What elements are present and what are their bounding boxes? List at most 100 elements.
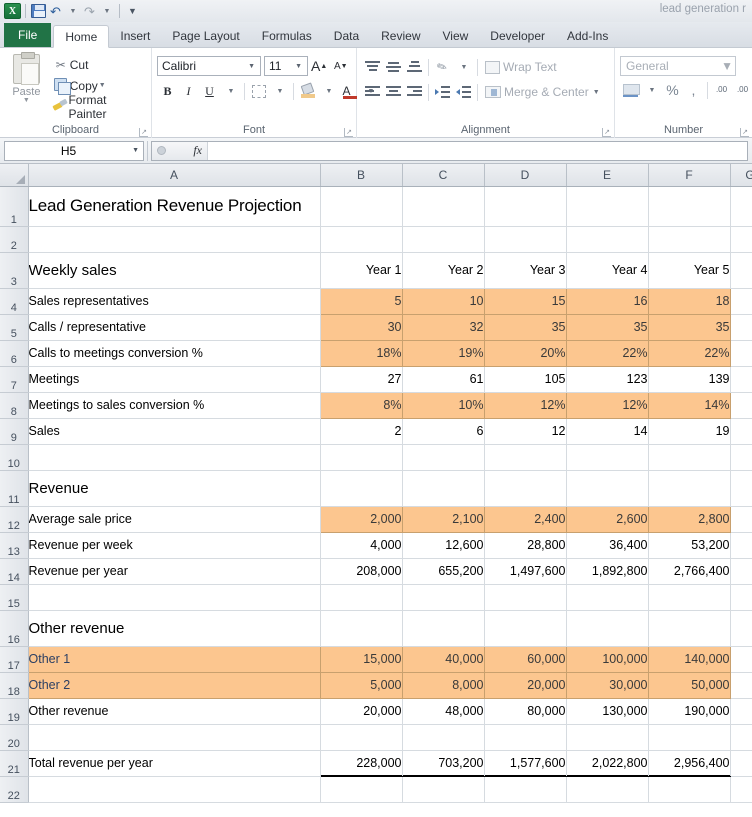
number-format-select[interactable]: General ▼: [620, 56, 736, 76]
cell-E15[interactable]: [566, 584, 649, 611]
cell-E8[interactable]: 12%: [565, 391, 649, 419]
cell-G2[interactable]: [730, 226, 752, 253]
cell-C9[interactable]: 6: [402, 418, 485, 445]
tab-data[interactable]: Data: [323, 25, 370, 47]
expand-formula-bar-icon[interactable]: [157, 146, 166, 155]
cell-D21[interactable]: 1,577,600: [484, 749, 567, 777]
underline-dropdown-button[interactable]: ▼: [220, 81, 241, 102]
cell-F6[interactable]: 22%: [647, 339, 731, 367]
cell-G8[interactable]: [730, 392, 752, 419]
cell-F2[interactable]: [648, 226, 731, 253]
row-header-20[interactable]: 20: [0, 724, 29, 751]
cell-C19[interactable]: 48,000: [402, 698, 485, 725]
cell-B1[interactable]: [320, 186, 403, 227]
tab-add-ins[interactable]: Add-Ins: [556, 25, 619, 47]
increase-decimal-button[interactable]: .00: [711, 80, 732, 101]
cell-G1[interactable]: [730, 186, 752, 227]
cell-A19[interactable]: Other revenue: [28, 698, 321, 725]
cell-A9[interactable]: Sales: [28, 418, 321, 445]
row-header-15[interactable]: 15: [0, 584, 29, 611]
cell-C4[interactable]: 10: [401, 287, 485, 315]
cell-F14[interactable]: 2,766,400: [648, 558, 731, 585]
cell-F15[interactable]: [648, 584, 731, 611]
tab-review[interactable]: Review: [370, 25, 431, 47]
cell-G15[interactable]: [730, 584, 752, 611]
cell-A2[interactable]: [28, 226, 321, 253]
cell-C2[interactable]: [402, 226, 485, 253]
cell-F17[interactable]: 140,000: [647, 645, 731, 673]
cell-B9[interactable]: 2: [320, 418, 403, 445]
cell-E11[interactable]: [566, 470, 649, 507]
cell-D6[interactable]: 20%: [483, 339, 567, 367]
insert-function-icon[interactable]: fx: [193, 143, 202, 158]
cell-G4[interactable]: [730, 288, 752, 315]
column-header-B[interactable]: B: [320, 164, 403, 187]
borders-button[interactable]: [248, 81, 269, 102]
cell-F10[interactable]: [648, 444, 731, 471]
italic-button[interactable]: I: [178, 81, 199, 102]
bottom-align-button[interactable]: [404, 57, 425, 78]
cell-G16[interactable]: [730, 610, 752, 647]
cell-D5[interactable]: 35: [483, 313, 567, 341]
cell-A22[interactable]: [28, 776, 321, 803]
cell-D10[interactable]: [484, 444, 567, 471]
cell-A20[interactable]: [28, 724, 321, 751]
row-header-10[interactable]: 10: [0, 444, 29, 471]
column-header-A[interactable]: A: [28, 164, 321, 187]
cell-A14[interactable]: Revenue per year: [28, 558, 321, 585]
cell-E16[interactable]: [566, 610, 649, 647]
increase-indent-button[interactable]: [453, 82, 474, 103]
column-header-G[interactable]: G: [730, 164, 752, 187]
row-header-14[interactable]: 14: [0, 558, 29, 585]
row-header-12[interactable]: 12: [0, 506, 29, 533]
cell-D16[interactable]: [484, 610, 567, 647]
cell-G18[interactable]: [730, 672, 752, 699]
cell-E17[interactable]: 100,000: [565, 645, 649, 673]
cell-B15[interactable]: [320, 584, 403, 611]
underline-button[interactable]: U: [199, 81, 220, 102]
tab-file[interactable]: File: [4, 23, 52, 47]
cell-A12[interactable]: Average sale price: [28, 506, 321, 533]
cell-B14[interactable]: 208,000: [320, 558, 403, 585]
tab-page-layout[interactable]: Page Layout: [161, 25, 250, 47]
cell-A5[interactable]: Calls / representative: [28, 314, 321, 341]
cell-E12[interactable]: 2,600: [565, 505, 649, 533]
cell-C1[interactable]: [402, 186, 485, 227]
cell-E22[interactable]: [566, 776, 649, 803]
row-header-8[interactable]: 8: [0, 392, 29, 419]
column-header-D[interactable]: D: [484, 164, 567, 187]
column-header-C[interactable]: C: [402, 164, 485, 187]
customize-qat-button[interactable]: ▼: [124, 3, 141, 20]
cell-A4[interactable]: Sales representatives: [28, 288, 321, 315]
cell-B2[interactable]: [320, 226, 403, 253]
cell-E19[interactable]: 130,000: [566, 698, 649, 725]
cell-D12[interactable]: 2,400: [483, 505, 567, 533]
cell-B8[interactable]: 8%: [319, 391, 403, 419]
orientation-dropdown-button[interactable]: ▼: [453, 57, 474, 78]
cell-B21[interactable]: 228,000: [320, 749, 403, 777]
cell-F3[interactable]: Year 5: [648, 252, 731, 289]
cell-F13[interactable]: 53,200: [648, 532, 731, 559]
undo-dropdown-button[interactable]: ▼: [64, 3, 81, 20]
cell-F9[interactable]: 19: [648, 418, 731, 445]
tab-formulas[interactable]: Formulas: [251, 25, 323, 47]
redo-dropdown-button[interactable]: ▼: [98, 3, 115, 20]
increase-font-size-button[interactable]: A ▲: [308, 56, 330, 77]
comma-format-button[interactable]: ,: [683, 80, 704, 101]
accounting-format-button[interactable]: [620, 80, 641, 101]
merge-center-button[interactable]: Merge & Center ▼: [481, 82, 604, 103]
row-header-17[interactable]: 17: [0, 646, 29, 673]
font-dialog-launcher[interactable]: ↗: [344, 128, 353, 137]
cell-B12[interactable]: 2,000: [319, 505, 403, 533]
bold-button[interactable]: B: [157, 81, 178, 102]
cell-C16[interactable]: [402, 610, 485, 647]
top-align-button[interactable]: [362, 57, 383, 78]
cell-F22[interactable]: [648, 776, 731, 803]
cell-F18[interactable]: 50,000: [647, 671, 731, 699]
row-header-13[interactable]: 13: [0, 532, 29, 559]
cell-A3[interactable]: Weekly sales: [28, 252, 321, 289]
cell-G12[interactable]: [730, 506, 752, 533]
cell-G3[interactable]: [730, 252, 752, 289]
cell-D19[interactable]: 80,000: [484, 698, 567, 725]
cell-D7[interactable]: 105: [484, 366, 567, 393]
